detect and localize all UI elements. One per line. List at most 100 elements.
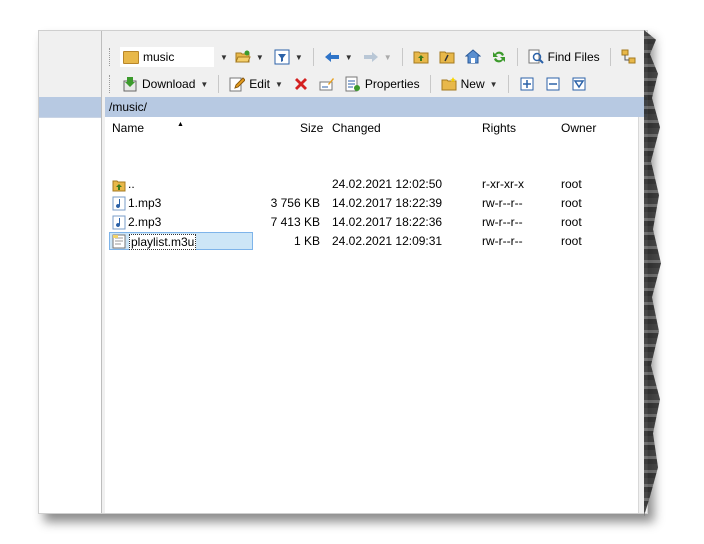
open-folder-icon [235, 50, 251, 63]
find-files-label: Find Files [547, 50, 600, 64]
parent-directory-button[interactable] [410, 47, 432, 67]
file-size: 3 756 KB [270, 196, 320, 210]
back-arrow-icon [324, 52, 339, 62]
chevron-down-icon: ▼ [489, 79, 498, 89]
toolbar-separator [516, 48, 518, 66]
properties-label: Properties [364, 77, 420, 91]
local-panel-edge [39, 31, 102, 513]
audio-file-icon [112, 196, 126, 211]
toolbar-separator [401, 48, 403, 66]
table-row[interactable]: playlist.m3u 1 KB 24.02.2021 12:09:31 rw… [105, 232, 647, 251]
file-changed: 14.02.2017 18:22:39 [332, 196, 443, 210]
toolbar-separator [609, 48, 611, 66]
location-dropdown-arrow[interactable]: ▼ [220, 53, 228, 62]
find-files-button[interactable]: Find Files [525, 47, 603, 67]
plus-select-icon [520, 77, 534, 91]
file-owner: root [561, 234, 582, 248]
download-button[interactable]: Download ▼ [119, 74, 211, 94]
file-size: 7 413 KB [270, 215, 320, 229]
new-folder-icon [441, 77, 457, 91]
file-rights: r-xr-xr-x [482, 177, 524, 191]
local-path-bar [39, 97, 101, 117]
filter-select-icon [572, 77, 586, 91]
filter-button[interactable]: ▼ [271, 47, 306, 67]
table-row[interactable]: 2.mp3 7 413 KB 14.02.2017 18:22:36 rw-r-… [105, 213, 647, 232]
minus-unselect-icon [546, 77, 560, 91]
parent-folder-icon [112, 180, 126, 192]
rename-button[interactable] [316, 74, 338, 94]
torn-edge-decoration [644, 30, 661, 516]
select-files-button[interactable] [516, 74, 538, 94]
column-name-header[interactable]: Name [112, 121, 144, 135]
toolbar-separator [507, 75, 509, 93]
location-label: music [143, 50, 175, 64]
home-icon [464, 49, 481, 64]
chevron-down-icon: ▼ [344, 52, 353, 62]
chevron-down-icon: ▼ [255, 52, 264, 62]
sort-ascending-icon: ▲ [177, 121, 184, 128]
local-file-list[interactable] [39, 117, 101, 513]
refresh-button[interactable] [488, 47, 510, 67]
toolbar-grip[interactable] [109, 75, 113, 93]
home-directory-button[interactable] [462, 47, 484, 67]
file-changed: 14.02.2017 18:22:36 [332, 215, 443, 229]
toolbar-separator [218, 75, 220, 93]
root-directory-button[interactable] [436, 47, 458, 67]
table-row[interactable]: 1.mp3 3 756 KB 14.02.2017 18:22:39 rw-r-… [105, 194, 647, 213]
file-name: .. [128, 177, 135, 191]
new-button[interactable]: New ▼ [438, 74, 501, 94]
audio-file-icon [112, 215, 126, 230]
properties-button[interactable]: Properties [342, 74, 423, 94]
edit-icon [229, 77, 246, 92]
forward-arrow-icon [363, 52, 378, 62]
column-owner-header[interactable]: Owner [561, 121, 596, 135]
table-row[interactable]: .. 24.02.2021 12:02:50 r-xr-xr-x root [105, 175, 647, 194]
download-icon [123, 77, 137, 92]
remote-panel-window: music ▼ ▼ ▼ ▼ ▼ Find Files Download ▼ Ed… [38, 30, 648, 514]
edit-label: Edit [249, 77, 270, 91]
refresh-icon [492, 51, 505, 63]
file-name: 2.mp3 [128, 215, 162, 229]
toolbar-separator [312, 48, 314, 66]
file-changed: 24.02.2021 12:02:50 [332, 177, 443, 191]
rename-icon [319, 78, 334, 91]
folder-icon [123, 50, 139, 64]
location-combo[interactable]: music [119, 46, 215, 68]
open-directory-button[interactable]: ▼ [232, 47, 267, 67]
chevron-down-icon: ▼ [294, 52, 303, 62]
parent-folder-icon [413, 51, 429, 64]
download-label: Download [142, 77, 196, 91]
delete-button[interactable] [290, 74, 312, 94]
column-size-header[interactable]: Size [300, 121, 323, 135]
file-owner: root [561, 177, 582, 191]
back-button[interactable]: ▼ [321, 47, 356, 67]
properties-icon [345, 76, 360, 92]
file-rights: rw-r--r-- [482, 196, 523, 210]
tree-view-button[interactable] [618, 47, 640, 67]
file-rights: rw-r--r-- [482, 215, 523, 229]
remote-path-bar[interactable]: /music/ [105, 97, 647, 117]
chevron-down-icon: ▼ [274, 79, 283, 89]
unselect-files-button[interactable] [542, 74, 564, 94]
toolbar-grip[interactable] [109, 48, 113, 66]
playlist-file-icon [112, 234, 126, 249]
file-rights: rw-r--r-- [482, 234, 523, 248]
edit-button[interactable]: Edit ▼ [226, 74, 286, 94]
selected-file-highlight: playlist.m3u [109, 232, 253, 250]
column-rights-header[interactable]: Rights [482, 121, 516, 135]
file-size: 1 KB [293, 234, 320, 248]
toolbar-separator [429, 75, 431, 93]
chevron-down-icon: ▼ [200, 79, 209, 89]
remote-file-list[interactable]: ▲ Name Size Changed Rights Owner .. 24.0… [105, 117, 647, 513]
forward-button[interactable]: ▼ [360, 47, 395, 67]
directory-tree-icon [621, 49, 636, 64]
file-actions-toolbar: Download ▼ Edit ▼ Properties New ▼ [109, 71, 590, 97]
delete-icon [294, 78, 307, 90]
column-changed-header[interactable]: Changed [332, 121, 381, 135]
file-owner: root [561, 196, 582, 210]
filter-select-button[interactable] [568, 74, 590, 94]
new-label: New [460, 77, 485, 91]
rename-input[interactable]: playlist.m3u [129, 234, 197, 250]
find-files-icon [528, 49, 544, 64]
file-changed: 24.02.2021 12:09:31 [332, 234, 443, 248]
